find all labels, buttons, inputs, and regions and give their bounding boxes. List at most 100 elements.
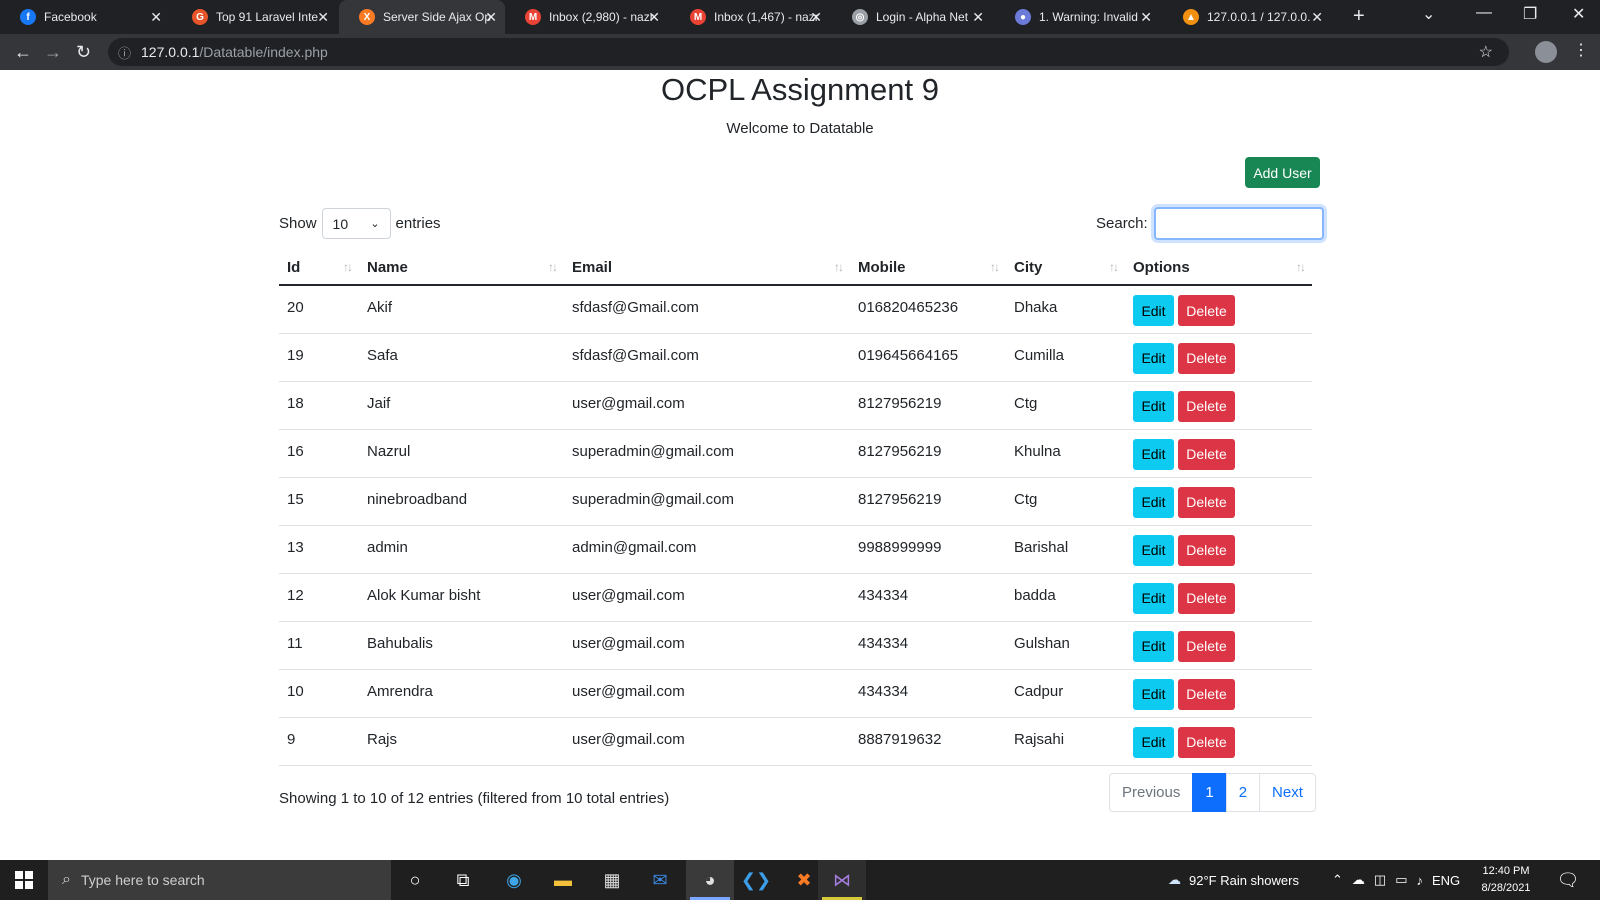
site-info-icon[interactable]: ⓘ bbox=[118, 43, 131, 62]
cell-options: Edit Delete bbox=[1125, 573, 1312, 622]
chrome-icon[interactable]: ◕ bbox=[698, 868, 722, 892]
next-page-button[interactable]: Next bbox=[1259, 773, 1316, 812]
previous-page-button[interactable]: Previous bbox=[1109, 773, 1194, 812]
xampp-icon[interactable]: ✖ bbox=[792, 868, 816, 892]
cell-mobile: 8887919632 bbox=[850, 717, 1006, 766]
entries-length-select[interactable]: 10 ⌄ bbox=[321, 208, 391, 239]
browser-tab[interactable]: X Server Side Ajax Op ✕ bbox=[339, 0, 505, 34]
edge-icon[interactable]: ◉ bbox=[502, 868, 526, 892]
edit-button[interactable]: Edit bbox=[1133, 390, 1174, 422]
close-tab-icon[interactable]: ✕ bbox=[485, 9, 497, 26]
browser-tab[interactable]: ▲ 127.0.0.1 / 127.0.0. ✕ bbox=[1163, 0, 1331, 34]
language-indicator[interactable]: ENG bbox=[1432, 873, 1460, 888]
close-tab-icon[interactable]: ✕ bbox=[1311, 9, 1323, 26]
cell-city: Barishal bbox=[1006, 525, 1125, 574]
browser-tab[interactable]: ● 1. Warning: Invalid ✕ bbox=[995, 0, 1160, 34]
delete-button[interactable]: Delete bbox=[1178, 295, 1235, 326]
restore-icon[interactable]: ❐ bbox=[1523, 4, 1537, 24]
delete-button[interactable]: Delete bbox=[1178, 390, 1235, 422]
close-window-icon[interactable]: ✕ bbox=[1572, 4, 1585, 24]
profile-avatar[interactable] bbox=[1535, 41, 1557, 63]
cell-mobile: 016820465236 bbox=[850, 285, 1006, 334]
weather-widget[interactable]: ☁ 92°F Rain showers bbox=[1168, 860, 1299, 900]
back-icon[interactable]: ← bbox=[14, 42, 32, 63]
new-tab-icon[interactable]: + bbox=[1353, 5, 1365, 28]
search-input[interactable] bbox=[1153, 207, 1324, 240]
edit-button[interactable]: Edit bbox=[1133, 678, 1174, 710]
cell-name: Safa bbox=[359, 333, 564, 382]
edit-button[interactable]: Edit bbox=[1133, 438, 1174, 470]
delete-button[interactable]: Delete bbox=[1178, 678, 1235, 710]
table-row: 12 Alok Kumar bisht user@gmail.com 434334 ba… bbox=[279, 573, 1312, 622]
reload-icon[interactable]: ↻ bbox=[76, 42, 91, 63]
chevron-up-icon[interactable]: ⌃ bbox=[1332, 872, 1343, 888]
clock-date: 8/28/2021 bbox=[1481, 882, 1531, 894]
column-header-name[interactable]: Name ↑↓ bbox=[359, 250, 564, 286]
close-tab-icon[interactable]: ✕ bbox=[150, 9, 162, 26]
cell-email: sfdasf@Gmail.com bbox=[564, 285, 850, 334]
notifications-icon[interactable]: 🗨 bbox=[1556, 868, 1580, 892]
close-tab-icon[interactable]: ✕ bbox=[317, 9, 329, 26]
cell-city: Cumilla bbox=[1006, 333, 1125, 382]
meet-now-icon[interactable]: ◫ bbox=[1374, 872, 1386, 888]
taskbar-search-box[interactable]: ⌕ Type here to search bbox=[48, 860, 391, 900]
edit-button[interactable]: Edit bbox=[1133, 726, 1174, 758]
browser-tab[interactable]: ◎ Login - Alpha Net ✕ bbox=[832, 0, 992, 34]
tab-search-icon[interactable]: ⌄ bbox=[1422, 4, 1435, 24]
mail-icon[interactable]: ✉ bbox=[648, 868, 672, 892]
browser-tab[interactable]: M Inbox (1,467) - nazr ✕ bbox=[670, 0, 830, 34]
delete-button[interactable]: Delete bbox=[1178, 534, 1235, 566]
bookmark-star-icon[interactable]: ☆ bbox=[1479, 42, 1493, 62]
add-user-button[interactable]: Add User bbox=[1245, 157, 1320, 188]
edit-button[interactable]: Edit bbox=[1133, 630, 1174, 662]
column-header-options[interactable]: Options ↑↓ bbox=[1125, 250, 1312, 286]
edit-button[interactable]: Edit bbox=[1133, 486, 1174, 518]
edit-button[interactable]: Edit bbox=[1133, 534, 1174, 566]
edit-button[interactable]: Edit bbox=[1133, 582, 1174, 614]
visual-studio-icon[interactable]: ⋈ bbox=[830, 868, 854, 892]
column-header-mobile[interactable]: Mobile ↑↓ bbox=[850, 250, 1006, 286]
delete-button[interactable]: Delete bbox=[1178, 342, 1235, 374]
url-input[interactable]: ⓘ 127.0.0.1 /Datatable/index.php ☆ bbox=[108, 38, 1509, 66]
column-header-city[interactable]: City ↑↓ bbox=[1006, 250, 1125, 286]
browser-tab[interactable]: G Top 91 Laravel Inte ✕ bbox=[172, 0, 337, 34]
browser-menu-icon[interactable]: ⋮ bbox=[1573, 40, 1589, 60]
close-tab-icon[interactable]: ✕ bbox=[1140, 9, 1152, 26]
cell-name: Akif bbox=[359, 285, 564, 334]
delete-button[interactable]: Delete bbox=[1178, 726, 1235, 758]
close-tab-icon[interactable]: ✕ bbox=[810, 9, 822, 26]
site-icon: ● bbox=[1015, 9, 1031, 25]
column-header-email[interactable]: Email ↑↓ bbox=[564, 250, 850, 286]
onedrive-icon[interactable]: ☁ bbox=[1352, 872, 1365, 888]
task-view-icon[interactable]: ⧉ bbox=[451, 868, 475, 892]
browser-tab[interactable]: M Inbox (2,980) - nazr ✕ bbox=[505, 0, 668, 34]
file-explorer-icon[interactable]: ▬ bbox=[551, 868, 575, 892]
show-label: Show bbox=[279, 215, 317, 232]
volume-icon[interactable]: ♪ bbox=[1417, 873, 1424, 888]
delete-button[interactable]: Delete bbox=[1178, 630, 1235, 662]
store-icon[interactable]: ▦ bbox=[600, 868, 624, 892]
close-tab-icon[interactable]: ✕ bbox=[972, 9, 984, 26]
column-header-id[interactable]: Id ↑↓ bbox=[279, 250, 359, 286]
windows-start-icon[interactable] bbox=[15, 871, 33, 889]
delete-button[interactable]: Delete bbox=[1178, 438, 1235, 470]
page-button-2[interactable]: 2 bbox=[1225, 773, 1261, 812]
forward-icon[interactable]: → bbox=[44, 42, 62, 63]
cortana-icon[interactable]: ○ bbox=[403, 868, 427, 892]
browser-tab[interactable]: f Facebook ✕ bbox=[0, 0, 170, 34]
page-button-1[interactable]: 1 bbox=[1192, 773, 1227, 812]
minimize-icon[interactable]: — bbox=[1476, 4, 1492, 22]
url-path: /Datatable/index.php bbox=[199, 44, 328, 60]
cell-mobile: 434334 bbox=[850, 621, 1006, 670]
edit-button[interactable]: Edit bbox=[1133, 295, 1174, 326]
clock-time: 12:40 PM bbox=[1482, 865, 1530, 877]
close-tab-icon[interactable]: ✕ bbox=[648, 9, 660, 26]
clock[interactable]: 12:40 PM 8/28/2021 bbox=[1466, 863, 1546, 897]
delete-button[interactable]: Delete bbox=[1178, 486, 1235, 518]
vscode-icon[interactable]: ❮❯ bbox=[741, 868, 771, 892]
delete-button[interactable]: Delete bbox=[1178, 582, 1235, 614]
tab-title: 1. Warning: Invalid bbox=[1039, 10, 1138, 24]
edit-button[interactable]: Edit bbox=[1133, 342, 1174, 374]
network-icon[interactable]: ▭ bbox=[1395, 872, 1407, 888]
column-header-label: Mobile bbox=[858, 258, 906, 276]
